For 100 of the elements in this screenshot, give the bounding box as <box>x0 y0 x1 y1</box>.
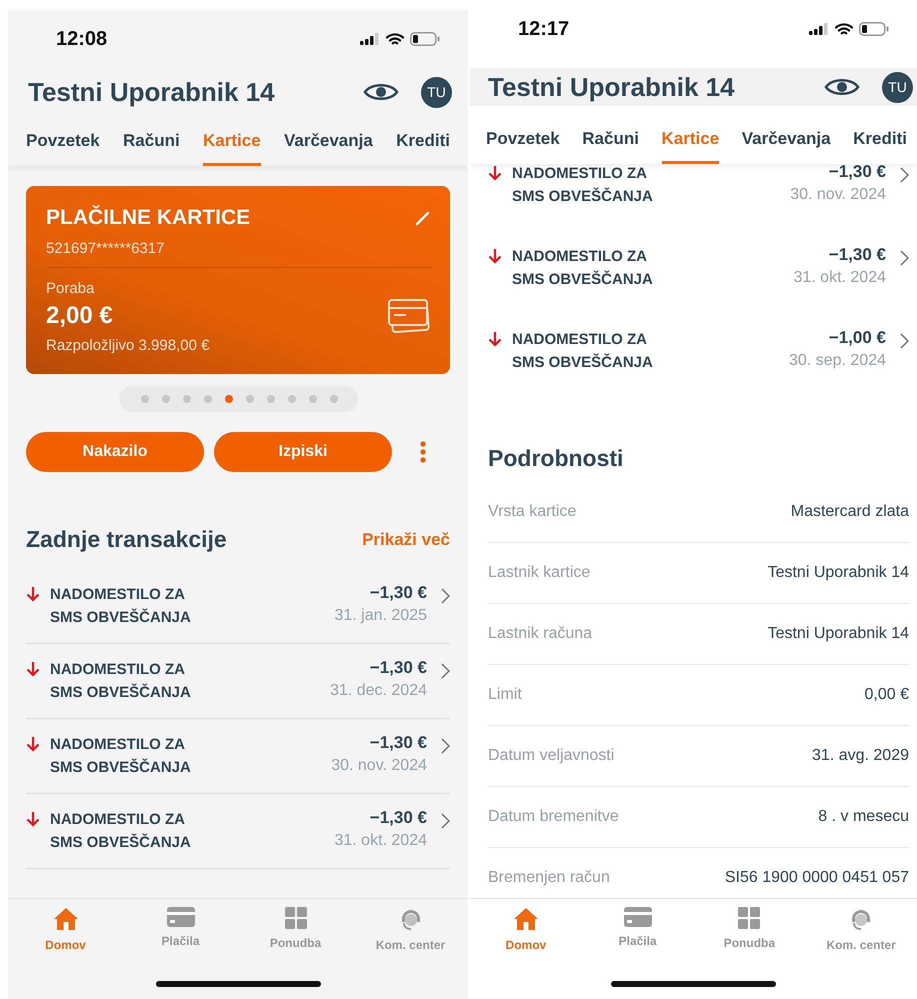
transaction-name: NADOMESTILO ZA SMS OBVEŠČANJA <box>50 585 192 628</box>
nav-tab[interactable]: Domov <box>470 907 582 973</box>
transaction-amount: −1,30 € <box>370 733 427 753</box>
home-icon <box>52 907 78 931</box>
status-time: 12:17 <box>518 18 570 40</box>
transaction-amount: −1,30 € <box>828 245 886 265</box>
tab[interactable]: Krediti <box>396 131 450 166</box>
tab[interactable]: Kartice <box>662 129 720 164</box>
battery-icon <box>410 32 440 46</box>
page-dot[interactable] <box>246 395 254 403</box>
transaction-date: 31. jan. 2025 <box>334 607 427 625</box>
transaction-date: 30. sep. 2024 <box>789 352 886 370</box>
battery-icon <box>859 22 889 36</box>
transaction-name: NADOMESTILO ZA SMS OBVEŠČANJA <box>512 164 654 207</box>
pencil-icon[interactable] <box>414 209 432 227</box>
tab[interactable]: Varčevanja <box>284 131 373 166</box>
page-dot[interactable] <box>224 395 232 403</box>
transaction-date: 31. okt. 2024 <box>334 832 427 850</box>
chevron-right-icon[interactable] <box>900 167 909 183</box>
detail-value: 31. avg. 2029 <box>812 747 909 765</box>
page-dot[interactable] <box>308 395 316 403</box>
page-dot[interactable] <box>266 395 274 403</box>
chevron-right-icon[interactable] <box>441 588 450 604</box>
signal-icon <box>360 33 380 45</box>
chevron-right-icon[interactable] <box>900 250 909 266</box>
chevron-right-icon[interactable] <box>441 663 450 679</box>
tab[interactable]: Krediti <box>853 129 907 164</box>
down-arrow-icon <box>26 586 40 602</box>
transaction-amount: −1,30 € <box>828 164 886 182</box>
action-button[interactable]: Izpiski <box>214 432 392 472</box>
detail-label: Datum veljavnosti <box>488 747 614 765</box>
tab[interactable]: Računi <box>582 129 639 164</box>
detail-label: Bremenjen račun <box>488 869 610 887</box>
transaction-name: NADOMESTILO ZA SMS OBVEŠČANJA <box>50 660 192 703</box>
spending-label: Poraba <box>46 280 96 297</box>
card-number: 521697******6317 <box>46 240 166 257</box>
page-dot[interactable] <box>288 395 296 403</box>
detail-label: Limit <box>488 686 522 704</box>
avatar-initials[interactable]: TU <box>882 72 913 102</box>
down-arrow-icon <box>26 811 40 827</box>
spending-amount: 2,00 € <box>46 302 113 330</box>
section-heading: Podrobnosti <box>487 444 624 473</box>
eye-icon[interactable] <box>363 81 399 103</box>
user-name-title: Testni Uporabnik 14 <box>28 76 276 108</box>
wifi-icon <box>835 22 853 36</box>
transaction-date: 30. nov. 2024 <box>790 186 886 204</box>
transaction-date: 30. nov. 2024 <box>331 757 427 775</box>
home-icon <box>512 907 539 931</box>
nav-tab[interactable]: Plačila <box>123 907 238 973</box>
nav-tab[interactable]: Kom. center <box>353 907 468 973</box>
grid-icon <box>284 907 306 929</box>
detail-value: SI56 1900 0000 0451 057 <box>724 869 909 887</box>
down-arrow-icon <box>26 661 40 677</box>
wifi-icon <box>386 32 404 46</box>
signal-icon <box>809 23 829 35</box>
nav-tab[interactable]: Kom. center <box>805 907 917 973</box>
transaction-date: 31. okt. 2024 <box>793 269 886 287</box>
page-dot[interactable] <box>204 395 212 403</box>
page-dot[interactable] <box>140 395 148 403</box>
chevron-right-icon[interactable] <box>441 813 450 829</box>
card-title: PLAČILNE KARTICE <box>46 206 250 230</box>
chevron-right-icon[interactable] <box>441 738 450 754</box>
page-dot[interactable] <box>330 395 338 403</box>
detail-value: 0,00 € <box>864 686 909 704</box>
nav-tab[interactable]: Domov <box>8 907 123 973</box>
tab[interactable]: Povzetek <box>486 129 560 164</box>
grid-icon <box>738 907 760 929</box>
transaction-name: NADOMESTILO ZA SMS OBVEŠČANJA <box>512 330 654 373</box>
action-button[interactable]: Nakazilo <box>26 432 204 472</box>
transaction-amount: −1,30 € <box>370 808 427 828</box>
page-dot[interactable] <box>162 395 170 403</box>
user-name-title: Testni Uporabnik 14 <box>488 72 736 102</box>
down-arrow-icon <box>488 165 502 181</box>
chevron-right-icon[interactable] <box>900 333 909 349</box>
detail-value: Testni Uporabnik 14 <box>768 625 909 643</box>
avatar-initials[interactable]: TU <box>421 76 452 108</box>
page-dot[interactable] <box>182 395 190 403</box>
detail-label: Datum bremenitve <box>488 808 619 826</box>
available-balance: Razpoložljivo 3.998,00 € <box>46 337 210 354</box>
payment-card-panel[interactable]: PLAČILNE KARTICE 521697******6317 Poraba 2,00 € Razpoložljivo 3.998,00 € <box>26 186 450 374</box>
nav-tab[interactable]: Plačila <box>582 907 694 973</box>
tab[interactable]: Računi <box>123 131 180 166</box>
transaction-name: NADOMESTILO ZA SMS OBVEŠČANJA <box>512 247 654 290</box>
more-icon[interactable] <box>420 441 426 463</box>
transaction-date: 31. dec. 2024 <box>330 682 427 700</box>
cards-icon <box>388 297 432 335</box>
transaction-amount: −1,30 € <box>370 658 427 678</box>
tab[interactable]: Kartice <box>203 131 261 166</box>
detail-label: Lastnik računa <box>488 625 592 643</box>
transaction-name: NADOMESTILO ZA SMS OBVEŠČANJA <box>50 810 192 853</box>
eye-icon[interactable] <box>824 76 860 98</box>
card-icon <box>166 907 194 927</box>
detail-value: Testni Uporabnik 14 <box>768 564 909 582</box>
card-icon <box>624 907 652 927</box>
nav-tab[interactable]: Ponudba <box>238 907 353 973</box>
tab[interactable]: Varčevanja <box>742 129 831 164</box>
show-more-link[interactable]: Prikaži več <box>362 530 450 550</box>
tab[interactable]: Povzetek <box>26 131 100 166</box>
nav-tab[interactable]: Ponudba <box>694 907 806 973</box>
detail-value: Mastercard zlata <box>790 503 909 521</box>
